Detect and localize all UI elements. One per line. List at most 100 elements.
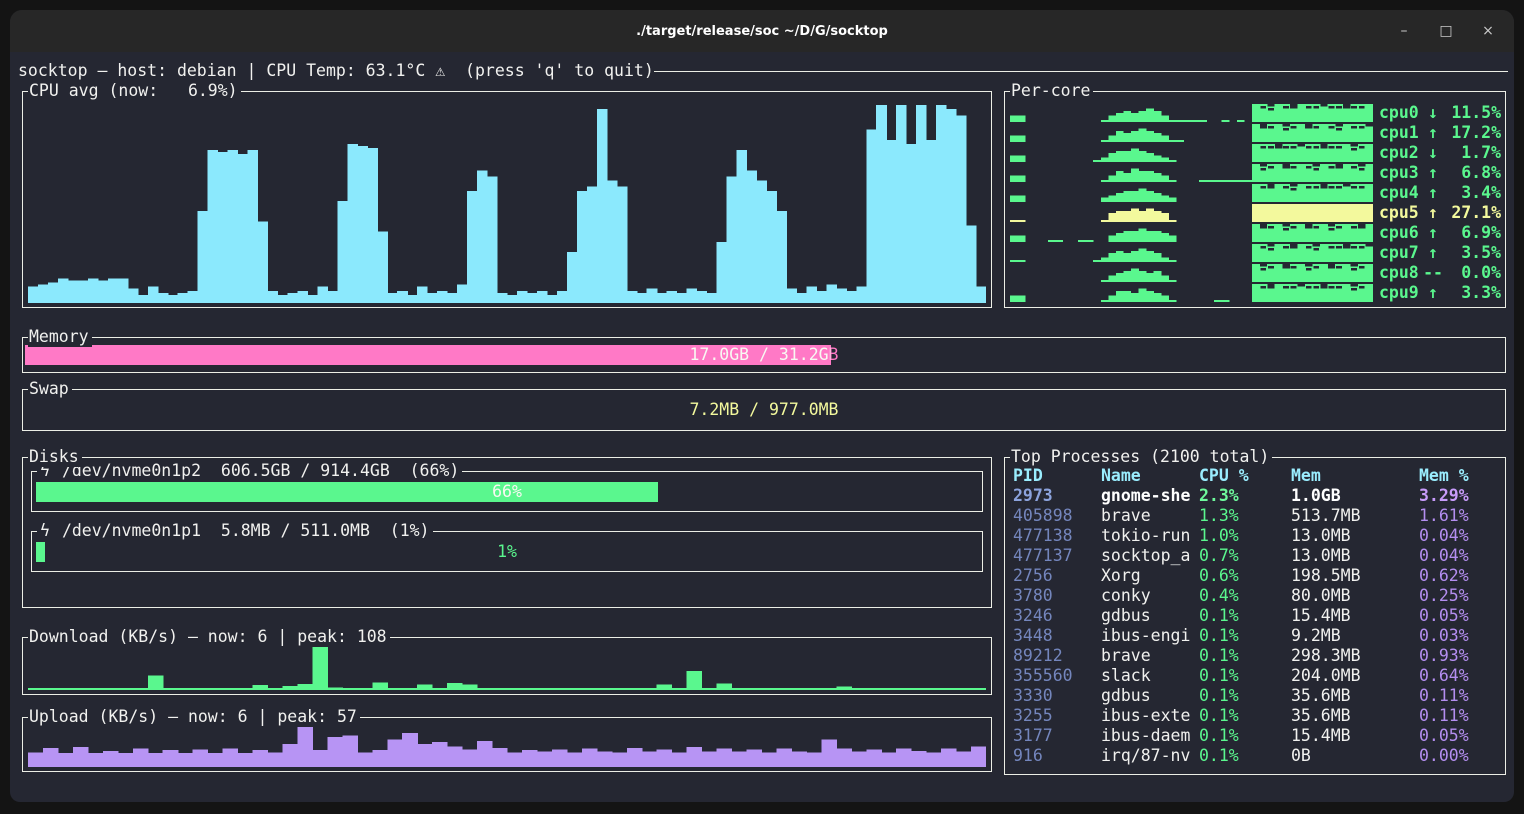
cpu-core-percent: 3.3% — [1445, 283, 1501, 303]
disk-gauge-title: ϟ /dev/nvme0n1p1 5.8MB / 511.0MB (1%) — [37, 521, 433, 541]
cpu-core-trend-arrow: ↑ — [1421, 203, 1445, 223]
cpu-core-percent: 27.1% — [1445, 203, 1501, 223]
process-name: brave — [1101, 646, 1199, 666]
process-row: 3448 ibus-engi 0.1% 9.2MB 0.03% — [1013, 626, 1501, 646]
process-cpu: 0.1% — [1199, 706, 1291, 726]
percore-row: cpu3 ↑ 6.8% — [1010, 163, 1501, 183]
cpu-core-sparkline — [1010, 284, 1373, 302]
process-row: 89212 brave 0.1% 298.3MB 0.93% — [1013, 646, 1501, 666]
cpu-core-name: cpu2 — [1379, 143, 1421, 163]
percore-row: cpu5 ↑ 27.1% — [1010, 203, 1501, 223]
cpu-core-trend-arrow: ↑ — [1421, 283, 1445, 303]
cpu-core-trend-arrow: ↓ — [1421, 103, 1445, 123]
process-pid: 3330 — [1013, 686, 1101, 706]
process-pid: 3177 — [1013, 726, 1101, 746]
percore-title: Per-core — [1010, 81, 1093, 101]
disk-usage-gauge: 66% 66% — [36, 482, 978, 502]
process-cpu: 0.6% — [1199, 566, 1291, 586]
process-name: gnome-she — [1101, 486, 1199, 506]
process-cpu: 1.3% — [1199, 506, 1291, 526]
app-header-text: socktop — host: debian | CPU Temp: 63.1°… — [18, 61, 654, 81]
maximize-icon[interactable]: □ — [1438, 23, 1454, 39]
process-mem-percent: 0.03% — [1419, 626, 1501, 646]
process-pid: 3246 — [1013, 606, 1101, 626]
close-icon[interactable]: × — [1480, 23, 1496, 39]
process-row: 477137 socktop_a 0.7% 13.0MB 0.04% — [1013, 546, 1501, 566]
cpu-core-label: cpu1 ↑ 17.2% — [1379, 123, 1501, 143]
upload-title: Upload (KB/s) — now: 6 | peak: 57 — [28, 707, 360, 727]
cpu-core-name: cpu1 — [1379, 123, 1421, 143]
cpu-avg-chart — [28, 99, 986, 303]
process-pid: 89212 — [1013, 646, 1101, 666]
cpu-core-name: cpu8 — [1379, 263, 1421, 283]
process-row: 355560 slack 0.1% 204.0MB 0.64% — [1013, 666, 1501, 686]
percore-row: cpu7 ↑ 3.5% — [1010, 243, 1501, 263]
swap-gauge-label-overflow: 7.2MB / 977.0MB — [25, 400, 1503, 420]
cpu-core-name: cpu7 — [1379, 243, 1421, 263]
percore-row: cpu4 ↑ 3.4% — [1010, 183, 1501, 203]
memory-gauge: 17.0GB / 31.2GB 17.0GB / 31.2GB — [25, 345, 1503, 365]
download-chart-box — [28, 645, 986, 690]
cpu-core-sparkline — [1010, 204, 1373, 222]
percore-row: cpu9 ↑ 3.3% — [1010, 283, 1501, 303]
process-cpu: 0.1% — [1199, 646, 1291, 666]
process-name: gdbus — [1101, 686, 1199, 706]
cpu-core-name: cpu5 — [1379, 203, 1421, 223]
cpu-core-percent: 11.5% — [1445, 103, 1501, 123]
cpu-core-sparkline — [1010, 244, 1373, 262]
upload-panel: Upload (KB/s) — now: 6 | peak: 57 — [22, 717, 992, 772]
process-mem: 1.0GB — [1291, 486, 1419, 506]
process-rows: 2973 gnome-she 2.3% 1.0GB 3.29% 405898 b… — [1013, 486, 1501, 766]
cpu-core-percent: 3.5% — [1445, 243, 1501, 263]
process-pid: 3448 — [1013, 626, 1101, 646]
process-mem-percent: 0.00% — [1419, 746, 1501, 766]
cpu-core-label: cpu4 ↑ 3.4% — [1379, 183, 1501, 203]
process-name: ibus-daem — [1101, 726, 1199, 746]
process-row: 916 irq/87-nv 0.1% 0B 0.00% — [1013, 746, 1501, 766]
memory-title: Memory — [28, 327, 92, 347]
process-cpu: 0.1% — [1199, 686, 1291, 706]
process-cpu: 0.4% — [1199, 586, 1291, 606]
process-mem-percent: 0.05% — [1419, 606, 1501, 626]
swap-panel: Swap 7.2MB / 977.0MB 7.2MB / 977.0MB — [22, 389, 1506, 431]
column-mem: Mem — [1291, 466, 1419, 486]
cpu-core-name: cpu9 — [1379, 283, 1421, 303]
memory-panel: Memory 17.0GB / 31.2GB 17.0GB / 31.2GB — [22, 337, 1506, 373]
cpu-core-name: cpu4 — [1379, 183, 1421, 203]
process-cpu: 0.1% — [1199, 746, 1291, 766]
titlebar[interactable]: ./target/release/soc ~/D/G/socktop – □ × — [10, 10, 1514, 52]
swap-gauge: 7.2MB / 977.0MB 7.2MB / 977.0MB — [25, 400, 1503, 420]
top-processes-panel: Top Processes (2100 total) PID Name CPU … — [1004, 457, 1506, 775]
cpu-core-label: cpu8 -- 0.0% — [1379, 263, 1501, 283]
process-table: PID Name CPU % Mem Mem % 2973 gnome-she … — [1013, 466, 1501, 770]
download-panel: Download (KB/s) — now: 6 | peak: 108 — [22, 637, 992, 695]
process-pid: 3780 — [1013, 586, 1101, 606]
disks-title: Disks — [28, 447, 82, 467]
process-pid: 477138 — [1013, 526, 1101, 546]
disk-device-label: /dev/nvme0n1p1 5.8MB / 511.0MB (1%) — [62, 521, 430, 541]
disk-gauge-label-overflow: 1% — [36, 542, 978, 562]
process-mem: 9.2MB — [1291, 626, 1419, 646]
process-row: 3177 ibus-daem 0.1% 15.4MB 0.05% — [1013, 726, 1501, 746]
percore-row: cpu6 ↑ 6.9% — [1010, 223, 1501, 243]
cpu-core-percent: 0.0% — [1445, 263, 1501, 283]
cpu-core-sparkline — [1010, 224, 1373, 242]
process-mem-percent: 0.04% — [1419, 526, 1501, 546]
cpu-core-sparkline — [1010, 104, 1373, 122]
process-mem-percent: 1.61% — [1419, 506, 1501, 526]
percore-row: cpu8 -- 0.0% — [1010, 263, 1501, 283]
process-mem: 13.0MB — [1291, 546, 1419, 566]
process-mem: 15.4MB — [1291, 606, 1419, 626]
disk-bolt-icon: ϟ — [40, 521, 50, 541]
process-pid: 355560 — [1013, 666, 1101, 686]
process-row: 3330 gdbus 0.1% 35.6MB 0.11% — [1013, 686, 1501, 706]
process-name: conky — [1101, 586, 1199, 606]
header-rule — [654, 71, 1508, 72]
top-processes-title: Top Processes (2100 total) — [1010, 447, 1272, 467]
minimize-icon[interactable]: – — [1396, 23, 1412, 39]
process-cpu: 2.3% — [1199, 486, 1291, 506]
process-cpu: 0.1% — [1199, 626, 1291, 646]
disk-gauge-panel: ϟ /dev/nvme0n1p1 5.8MB / 511.0MB (1%) 1%… — [31, 531, 983, 572]
process-mem-percent: 0.05% — [1419, 726, 1501, 746]
process-cpu: 1.0% — [1199, 526, 1291, 546]
